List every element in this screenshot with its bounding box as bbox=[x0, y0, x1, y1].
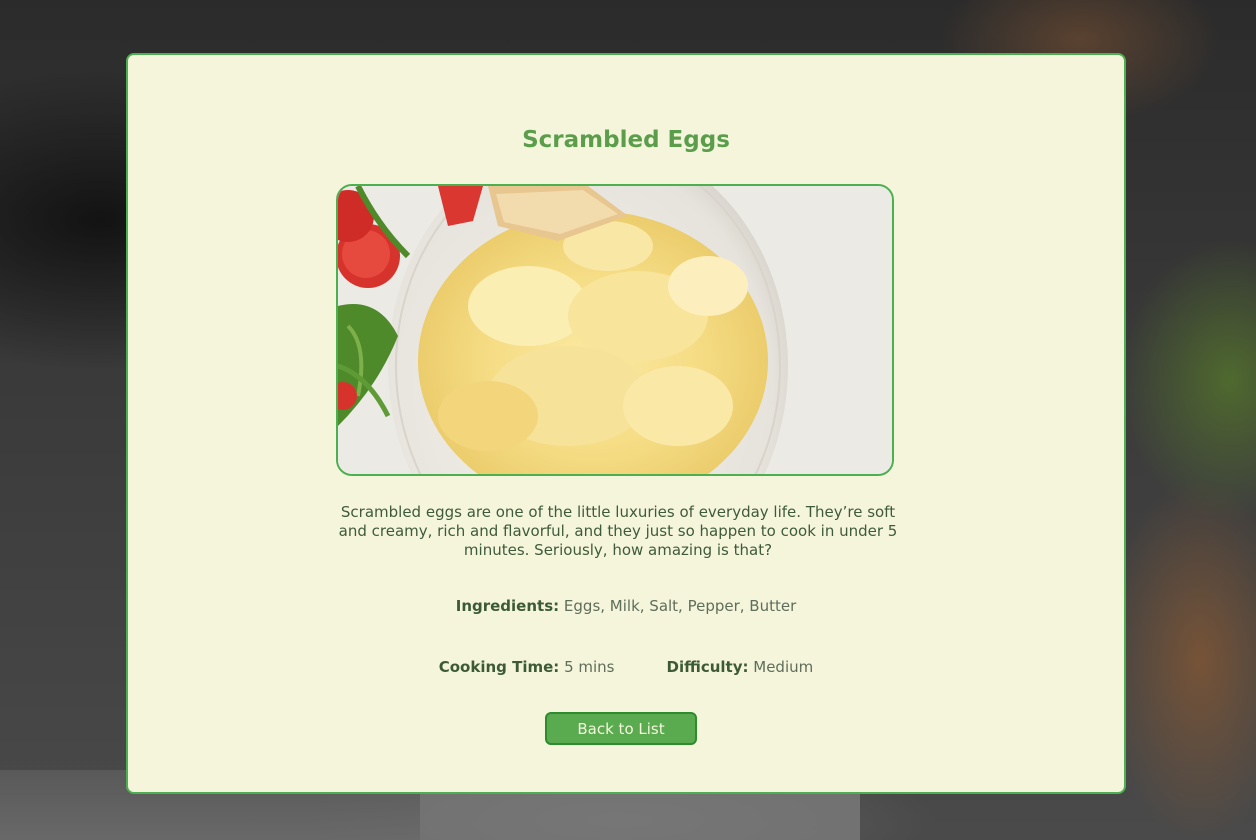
recipe-description: Scrambled eggs are one of the little lux… bbox=[338, 503, 898, 559]
difficulty-value: Medium bbox=[753, 658, 814, 676]
cooking-time-label: Cooking Time: bbox=[438, 658, 560, 676]
recipe-photo bbox=[336, 184, 894, 476]
back-to-list-button[interactable]: Back to List bbox=[545, 712, 697, 745]
background-page bbox=[420, 790, 860, 840]
recipe-title: Scrambled Eggs bbox=[522, 127, 730, 153]
cooking-time-value: 5 mins bbox=[564, 658, 615, 676]
difficulty-label: Difficulty: bbox=[666, 658, 749, 676]
recipe-meta-row: Cooking Time: 5 mins Difficulty: Medium bbox=[128, 658, 1124, 676]
ingredients-label: Ingredients: bbox=[455, 597, 560, 615]
recipe-detail-card: Scrambled Eggs Scrambled eggs are one of… bbox=[126, 53, 1126, 794]
ingredients-row: Ingredients: Eggs, Milk, Salt, Pepper, B… bbox=[128, 597, 1124, 615]
ingredients-value: Eggs, Milk, Salt, Pepper, Butter bbox=[563, 597, 797, 615]
